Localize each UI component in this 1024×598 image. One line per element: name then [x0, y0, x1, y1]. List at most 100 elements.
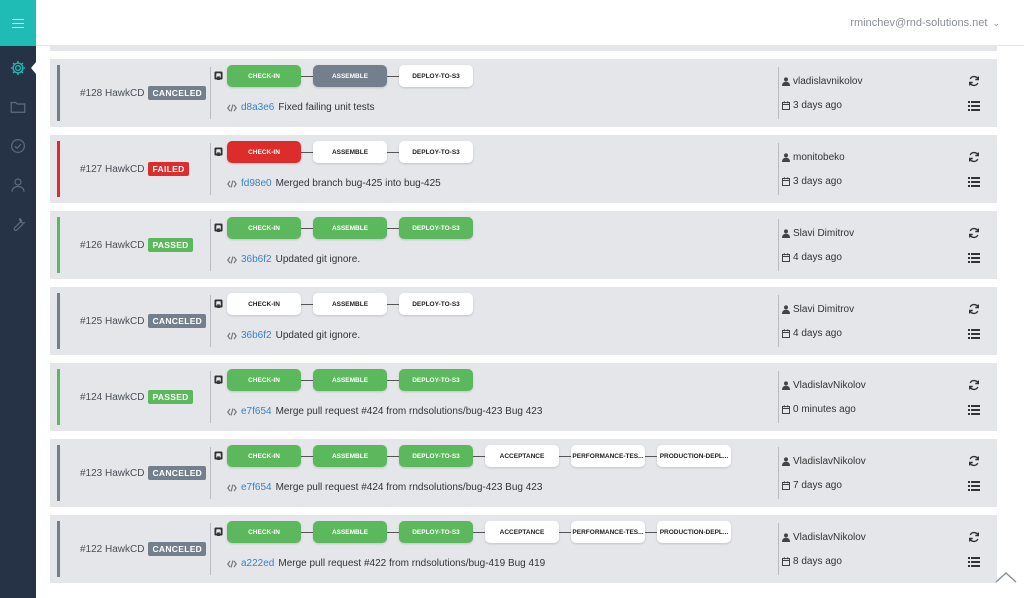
rerun-icon[interactable] — [968, 303, 980, 315]
github-icon — [214, 299, 223, 308]
stage-check-in[interactable]: CHECK-IN — [227, 217, 301, 239]
stage-check-in[interactable]: CHECK-IN — [227, 369, 301, 391]
stage-production-depl[interactable]: PRODUCTION-DEPL... — [657, 521, 731, 543]
build-title[interactable]: #127 HawkCD FAILED — [80, 162, 189, 176]
commit-hash-link[interactable]: 36b6f2 — [241, 330, 272, 341]
stage-assemble[interactable]: ASSEMBLE — [313, 217, 387, 239]
list-details-icon[interactable] — [968, 177, 980, 187]
build-title[interactable]: #124 HawkCD PASSED — [80, 390, 193, 404]
nav-projects[interactable] — [0, 87, 36, 126]
list-details-icon[interactable] — [968, 253, 980, 263]
stage-deploy-to-s3[interactable]: DEPLOY-TO-S3 — [399, 521, 473, 543]
stage-performance-tes[interactable]: PERFORMANCE-TES... — [571, 445, 645, 467]
stage-check-in[interactable]: CHECK-IN — [227, 293, 301, 315]
build-title[interactable]: #128 HawkCD CANCELED — [80, 86, 207, 100]
stage-assemble[interactable]: ASSEMBLE — [313, 369, 387, 391]
stage-connector — [301, 455, 313, 457]
scroll-to-top-icon[interactable] — [994, 570, 1018, 584]
stage-assemble[interactable]: ASSEMBLE — [313, 65, 387, 87]
time-ago: 0 minutes ago — [793, 404, 856, 415]
stage-check-in[interactable]: CHECK-IN — [227, 65, 301, 87]
nav-settings[interactable] — [0, 204, 36, 243]
rerun-icon[interactable] — [968, 379, 980, 391]
divider — [778, 67, 779, 119]
stage-production-depl[interactable]: PRODUCTION-DEPL... — [657, 445, 731, 467]
divider — [210, 143, 211, 195]
commit-hash-link[interactable]: e7f654 — [241, 482, 272, 493]
rerun-icon[interactable] — [968, 531, 980, 543]
status-indicator — [57, 65, 60, 121]
stage-assemble[interactable]: ASSEMBLE — [313, 445, 387, 467]
build-row[interactable]: #124 HawkCD PASSED CHECK-IN ASSEMBLE DEPLOY-… — [50, 363, 997, 431]
author-name: VladislavNikolov — [793, 456, 866, 467]
stage-deploy-to-s3[interactable]: DEPLOY-TO-S3 — [399, 445, 473, 467]
wrench-icon — [13, 217, 26, 231]
code-icon — [227, 179, 237, 188]
nav-checks[interactable] — [0, 126, 36, 165]
divider — [210, 295, 211, 347]
build-title[interactable]: #125 HawkCD CANCELED — [80, 314, 207, 328]
menu-toggle-button[interactable] — [0, 0, 36, 46]
pipeline-stages: CHECK-IN ASSEMBLE DEPLOY-TO-S3 ACCEPTANCE PE… — [227, 521, 731, 543]
stage-check-in[interactable]: CHECK-IN — [227, 521, 301, 543]
stage-assemble[interactable]: ASSEMBLE — [313, 141, 387, 163]
divider — [210, 371, 211, 423]
user-menu[interactable]: rminchev@rnd-solutions.net ⌄ — [850, 17, 1000, 29]
list-details-icon[interactable] — [968, 329, 980, 339]
list-details-icon[interactable] — [968, 557, 980, 567]
commit-hash-link[interactable]: e7f654 — [241, 406, 272, 417]
build-number: #127 HawkCD — [80, 164, 145, 175]
rerun-icon[interactable] — [968, 75, 980, 87]
status-badge: CANCELED — [148, 466, 207, 480]
stage-deploy-to-s3[interactable]: DEPLOY-TO-S3 — [399, 65, 473, 87]
build-row[interactable]: #122 HawkCD CANCELED CHECK-IN ASSEMBLE DEPLO… — [50, 515, 997, 583]
commit-hash-link[interactable]: 36b6f2 — [241, 254, 272, 265]
nav-users[interactable] — [0, 165, 36, 204]
rerun-icon[interactable] — [968, 455, 980, 467]
build-title[interactable]: #122 HawkCD CANCELED — [80, 542, 207, 556]
stage-deploy-to-s3[interactable]: DEPLOY-TO-S3 — [399, 293, 473, 315]
list-details-icon[interactable] — [968, 481, 980, 491]
code-icon — [227, 255, 237, 264]
commit-hash-link[interactable]: d8a3e6 — [241, 102, 274, 113]
commit-hash-link[interactable]: fd98e0 — [241, 178, 272, 189]
stage-assemble[interactable]: ASSEMBLE — [313, 293, 387, 315]
stage-deploy-to-s3[interactable]: DEPLOY-TO-S3 — [399, 141, 473, 163]
build-row[interactable]: #127 HawkCD FAILED CHECK-IN ASSEMBLE DEPLOY-… — [50, 135, 997, 203]
build-number: #128 HawkCD — [80, 88, 145, 99]
author-name: vladislavnikolov — [793, 76, 863, 87]
list-details-icon[interactable] — [968, 405, 980, 415]
rerun-icon[interactable] — [968, 151, 980, 163]
stage-deploy-to-s3[interactable]: DEPLOY-TO-S3 — [399, 217, 473, 239]
pipeline-stages: CHECK-IN ASSEMBLE DEPLOY-TO-S3 — [227, 217, 473, 239]
build-time: 7 days ago — [782, 480, 842, 491]
build-row[interactable]: #128 HawkCD CANCELED CHECK-IN ASSEMBLE DEPLO… — [50, 59, 997, 127]
stage-check-in[interactable]: CHECK-IN — [227, 141, 301, 163]
build-title[interactable]: #123 HawkCD CANCELED — [80, 466, 207, 480]
build-row[interactable]: #126 HawkCD PASSED CHECK-IN ASSEMBLE DEPLOY-… — [50, 211, 997, 279]
rerun-icon[interactable] — [968, 227, 980, 239]
commit-info: fd98e0 Merged branch bug-425 into bug-425 — [227, 178, 441, 189]
nav-pipelines[interactable] — [0, 48, 36, 87]
build-title[interactable]: #126 HawkCD PASSED — [80, 238, 193, 252]
github-icon — [214, 223, 223, 232]
stage-acceptance[interactable]: ACCEPTANCE — [485, 521, 559, 543]
user-email: rminchev@rnd-solutions.net — [850, 17, 988, 29]
stage-deploy-to-s3[interactable]: DEPLOY-TO-S3 — [399, 369, 473, 391]
time-ago: 4 days ago — [793, 328, 842, 339]
build-row[interactable]: #123 HawkCD CANCELED CHECK-IN ASSEMBLE DEPLO… — [50, 439, 997, 507]
list-details-icon[interactable] — [968, 101, 980, 111]
code-icon — [227, 331, 237, 340]
build-row[interactable]: #125 HawkCD CANCELED CHECK-IN ASSEMBLE DEPLO… — [50, 287, 997, 355]
divider — [778, 295, 779, 347]
commit-hash-link[interactable]: a222ed — [241, 558, 274, 569]
build-number: #122 HawkCD — [80, 544, 145, 555]
stage-check-in[interactable]: CHECK-IN — [227, 445, 301, 467]
build-time: 4 days ago — [782, 328, 842, 339]
stage-acceptance[interactable]: ACCEPTANCE — [485, 445, 559, 467]
github-icon — [214, 147, 223, 156]
commit-info: d8a3e6 Fixed failing unit tests — [227, 102, 375, 113]
commit-message: Updated git ignore. — [275, 254, 361, 265]
stage-performance-tes[interactable]: PERFORMANCE-TES... — [571, 521, 645, 543]
stage-assemble[interactable]: ASSEMBLE — [313, 521, 387, 543]
